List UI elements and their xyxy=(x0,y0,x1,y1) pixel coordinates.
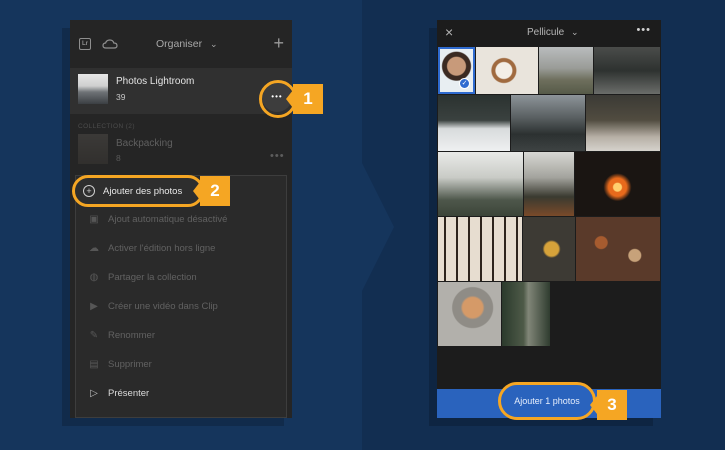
photo-thumbnail[interactable] xyxy=(438,282,501,346)
add-icon[interactable]: + xyxy=(273,34,284,52)
play-icon: ▷ xyxy=(90,387,98,399)
album-name: Photos Lightroom xyxy=(116,76,195,87)
step-badge-3: 3 xyxy=(590,390,627,420)
photo-thumbnail[interactable] xyxy=(511,95,585,151)
organiser-dropdown[interactable]: Organiser ⌄ xyxy=(156,38,218,50)
menu-item-offline[interactable]: ☁ Activer l'édition hors ligne xyxy=(88,238,215,258)
photo-thumbnail[interactable] xyxy=(594,47,660,94)
arrow-shape xyxy=(362,163,394,291)
collections-header: COLLECTION (2) xyxy=(78,123,135,130)
collection-count: 8 xyxy=(116,153,121,163)
collection-name[interactable]: Backpacking xyxy=(116,138,173,149)
menu-item-delete[interactable]: ▤ Supprimer xyxy=(88,354,152,374)
lightroom-icon[interactable]: Lr xyxy=(79,38,91,50)
photo-thumbnail[interactable] xyxy=(523,217,575,281)
camera-roll-label: Pellicule xyxy=(527,27,565,38)
album-thumbnail xyxy=(78,74,108,104)
context-menu: ▣ Ajout automatique désactivé ☁ Activer … xyxy=(75,175,287,418)
menu-item-label: Activer l'édition hors ligne xyxy=(108,242,216,254)
step-badge-1: 1 xyxy=(286,84,323,114)
top-bar: Lr Organiser ⌄ + xyxy=(70,20,292,68)
auto-add-icon: ▣ xyxy=(89,213,99,225)
photo-thumbnail[interactable] xyxy=(575,152,660,216)
menu-item-label: Présenter xyxy=(108,387,150,399)
close-icon[interactable]: × xyxy=(445,25,453,39)
add-photos-confirm-button[interactable]: Ajouter 1 photos xyxy=(498,382,596,420)
photo-thumbnail[interactable] xyxy=(438,152,523,216)
menu-item-label: Ajout automatique désactivé xyxy=(108,213,228,225)
globe-icon: ◍ xyxy=(89,271,99,283)
photo-thumbnail[interactable] xyxy=(438,95,510,151)
menu-item-present[interactable]: ▷ Présenter xyxy=(88,383,149,403)
more-icon[interactable]: ••• xyxy=(636,24,651,36)
chevron-down-icon: ⌄ xyxy=(210,39,218,49)
left-phone-screen: Lr Organiser ⌄ + Photos Lightroom 39 •••… xyxy=(70,20,292,418)
photo-thumbnail[interactable] xyxy=(524,152,574,216)
collection-more-icon[interactable]: ••• xyxy=(270,150,285,162)
menu-item-video[interactable]: ▶ Créer une vidéo dans Clip xyxy=(88,296,218,316)
album-row[interactable]: Photos Lightroom 39 xyxy=(70,68,292,114)
collection-thumbnail xyxy=(78,134,108,164)
album-count: 39 xyxy=(116,92,126,102)
menu-item-label: Partager la collection xyxy=(108,271,197,283)
photo-thumbnail[interactable] xyxy=(586,95,660,151)
add-photos-confirm-label: Ajouter 1 photos xyxy=(514,396,580,406)
right-phone-screen: × Pellicule ⌄ ••• ✓ xyxy=(437,20,661,418)
checkmark-icon: ✓ xyxy=(459,78,470,89)
trash-icon: ▤ xyxy=(89,358,99,370)
menu-item-label: Renommer xyxy=(108,329,155,341)
photo-thumbnail[interactable] xyxy=(476,47,538,94)
camera-roll-dropdown[interactable]: Pellicule ⌄ xyxy=(527,27,579,38)
video-icon: ▶ xyxy=(90,300,98,312)
photo-thumbnail[interactable]: ✓ xyxy=(438,47,475,94)
cloud-offline-icon: ☁ xyxy=(89,242,99,254)
menu-item-auto-add[interactable]: ▣ Ajout automatique désactivé xyxy=(88,209,227,229)
menu-item-label: Supprimer xyxy=(108,358,152,370)
menu-item-share[interactable]: ◍ Partager la collection xyxy=(88,267,197,287)
photo-thumbnail[interactable] xyxy=(502,282,550,346)
photo-thumbnail[interactable] xyxy=(576,217,660,281)
photo-thumbnail[interactable] xyxy=(539,47,593,94)
chevron-down-icon: ⌄ xyxy=(571,27,579,37)
cloud-icon[interactable] xyxy=(102,38,118,50)
add-circle-icon: + xyxy=(83,185,95,197)
menu-item-label: Créer une vidéo dans Clip xyxy=(108,300,218,312)
step-badge-2: 2 xyxy=(193,176,230,206)
menu-item-rename[interactable]: ✎ Renommer xyxy=(88,325,155,345)
add-photos-label: Ajouter des photos xyxy=(103,185,183,197)
photo-thumbnail[interactable] xyxy=(438,217,522,281)
top-bar: × Pellicule ⌄ ••• xyxy=(437,20,661,46)
photo-grid: ✓ xyxy=(437,46,661,376)
add-photos-button[interactable]: + Ajouter des photos xyxy=(72,175,204,207)
pencil-icon: ✎ xyxy=(89,329,99,341)
organiser-label: Organiser xyxy=(156,38,203,50)
